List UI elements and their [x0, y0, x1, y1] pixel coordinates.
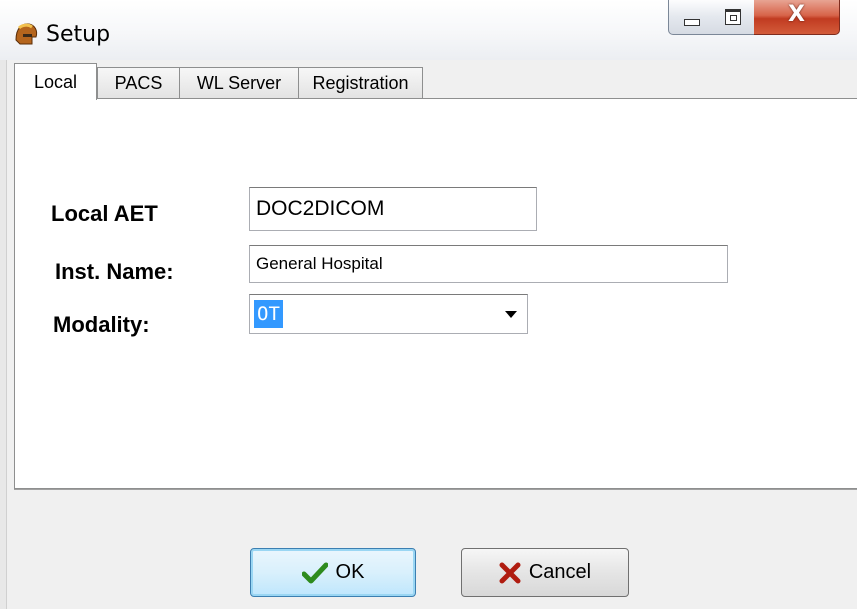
inst-name-input[interactable]: General Hospital — [249, 245, 728, 283]
modality-dropdown[interactable]: OT — [249, 294, 528, 334]
tab-registration[interactable]: Registration — [298, 67, 423, 98]
maximize-icon — [725, 9, 741, 25]
close-button[interactable]: X — [754, 0, 840, 35]
cancel-button[interactable]: Cancel — [461, 548, 629, 597]
ok-button-label: OK — [335, 561, 365, 583]
chevron-down-icon[interactable] — [505, 311, 517, 318]
inst-name-label: Inst. Name: — [55, 259, 174, 284]
checkmark-icon — [301, 562, 328, 583]
minimize-button[interactable] — [668, 0, 714, 35]
x-mark-icon — [499, 562, 521, 583]
title-bar: Setup X — [0, 0, 857, 60]
local-aet-input[interactable]: DOC2DICOM — [249, 187, 537, 231]
modality-label: Modality: — [53, 312, 150, 337]
ok-button[interactable]: OK — [250, 548, 416, 597]
tab-panel-local: Local AET DOC2DICOM Inst. Name: General … — [14, 98, 857, 489]
window-left-edge — [0, 60, 7, 609]
tab-pacs[interactable]: PACS — [97, 67, 180, 98]
local-aet-label: Local AET — [51, 201, 158, 226]
footer-separator — [14, 489, 857, 490]
close-icon: X — [788, 2, 805, 27]
window-title: Setup — [46, 22, 111, 47]
tab-local[interactable]: Local — [14, 63, 97, 100]
caption-buttons: X — [668, 0, 857, 38]
modality-selected-value: OT — [254, 300, 283, 328]
tab-wl-server[interactable]: WL Server — [179, 67, 299, 98]
maximize-button[interactable] — [712, 0, 755, 35]
minimize-icon — [684, 19, 700, 26]
helmet-icon — [15, 23, 38, 45]
cancel-button-label: Cancel — [528, 561, 592, 583]
